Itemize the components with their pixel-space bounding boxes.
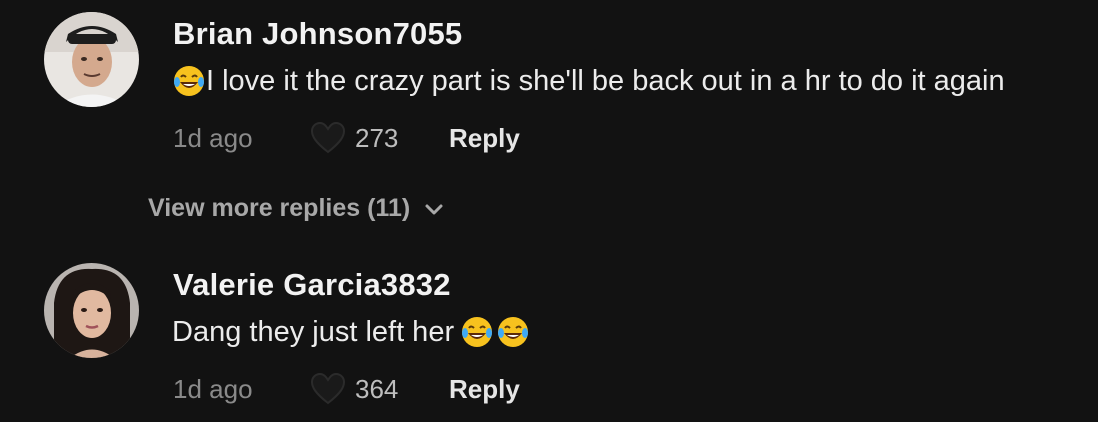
timestamp: 1d ago [173, 123, 253, 153]
chevron-down-icon [425, 204, 443, 214]
view-more-replies-label: View more replies (11) [148, 194, 411, 222]
like-count: 364 [355, 374, 399, 404]
timestamp: 1d ago [173, 374, 253, 404]
heart-icon[interactable] [310, 121, 346, 155]
comment-text: Dang they just left her [172, 315, 530, 349]
comment-body: I love it the crazy part is she'll be ba… [206, 64, 1005, 97]
reply-button[interactable]: Reply [449, 374, 520, 405]
avatar-image [44, 12, 139, 107]
avatar[interactable] [44, 12, 139, 107]
like-count: 273 [355, 123, 399, 153]
view-more-replies-button[interactable]: View more replies (11) [148, 194, 444, 223]
face-with-tears-of-joy-icon [498, 317, 529, 347]
avatar[interactable] [44, 263, 139, 358]
heart-icon[interactable] [310, 372, 346, 406]
comment-text: I love it the crazy part is she'll be ba… [172, 64, 1005, 98]
comment-username[interactable]: Valerie Garcia3832 [173, 267, 451, 303]
reply-button[interactable]: Reply [449, 123, 520, 154]
face-with-tears-of-joy-icon [462, 317, 493, 347]
avatar-image [44, 263, 139, 358]
face-with-tears-of-joy-icon [174, 66, 204, 96]
comment-body: Dang they just left her [172, 315, 455, 348]
comment-username[interactable]: Brian Johnson7055 [173, 16, 462, 52]
